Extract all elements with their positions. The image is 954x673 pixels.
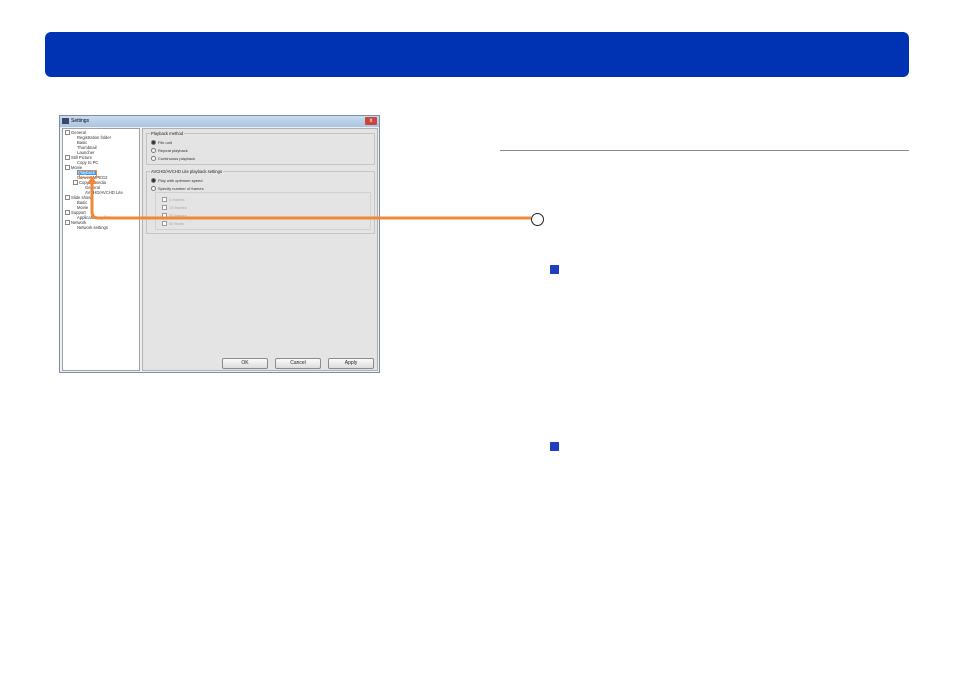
divider-line: [500, 150, 909, 151]
bullet-square-icon: [550, 265, 559, 274]
arrow-head-icon: [87, 176, 97, 184]
bullet-square-icon: [550, 442, 559, 451]
callout-circle: [531, 213, 544, 226]
leader-path: [90, 178, 531, 220]
callout-leader-line: [87, 176, 531, 220]
